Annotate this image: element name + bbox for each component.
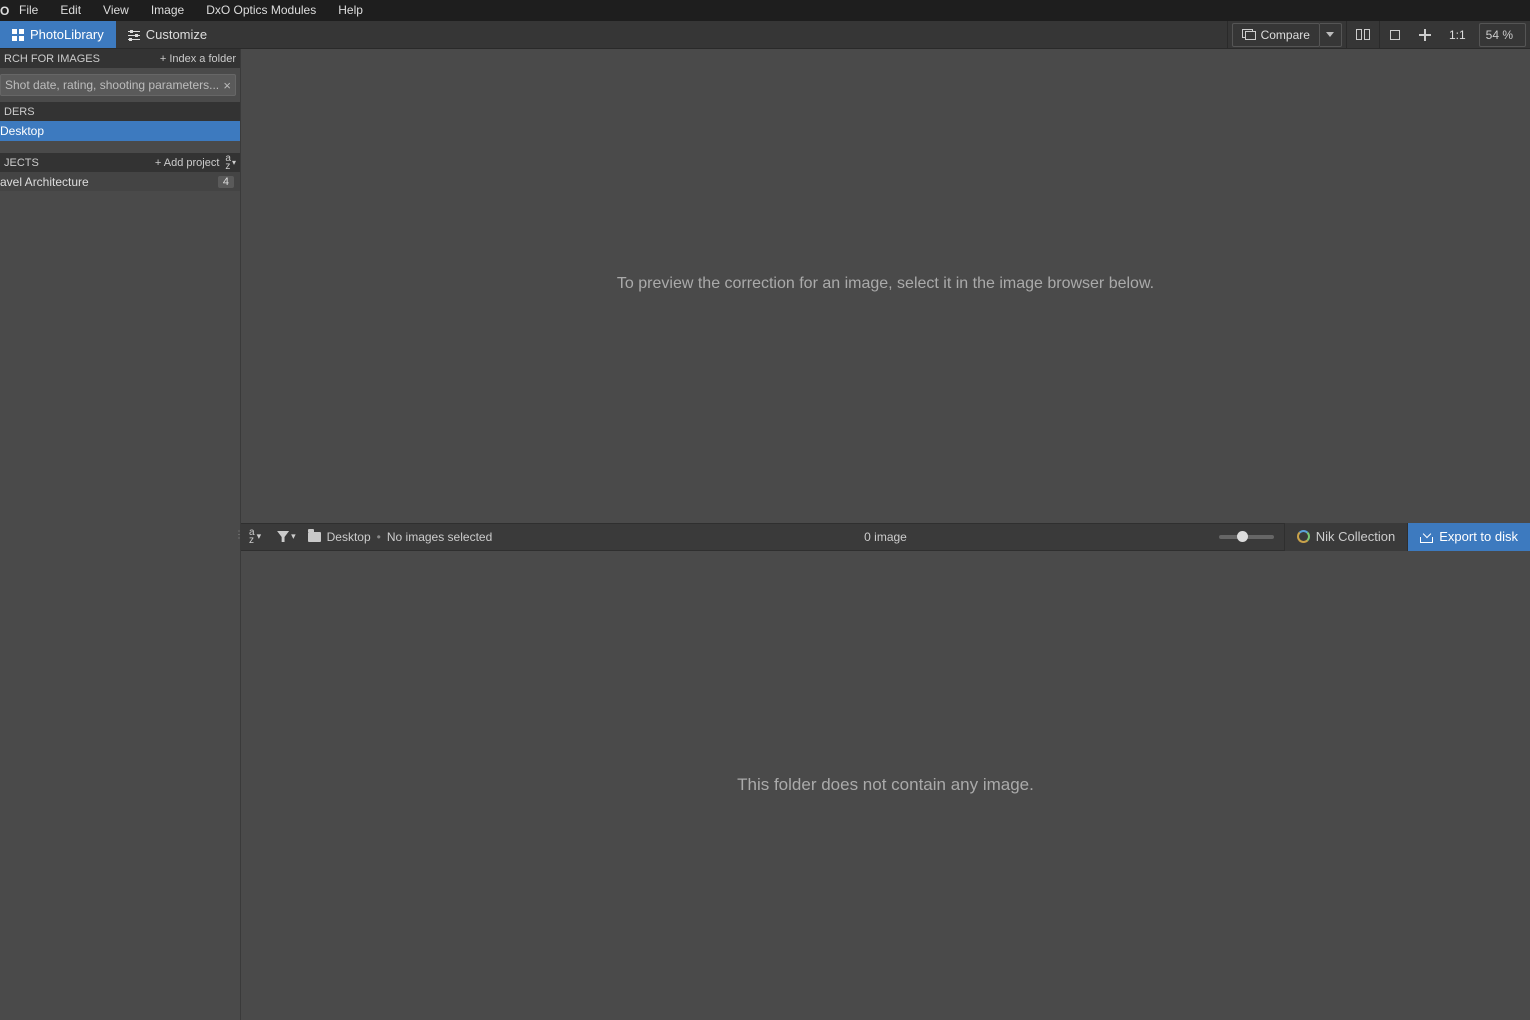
zoom-1to1-label: 1:1 (1449, 28, 1466, 42)
compare-label: Compare (1261, 28, 1310, 42)
compare-icon (1242, 29, 1256, 40)
mode-photolibrary-button[interactable]: PhotoLibrary (0, 21, 116, 48)
sidebar: RCH FOR IMAGES + Index a folder × DERS D… (0, 49, 241, 1020)
sidebyside-button[interactable] (1347, 21, 1379, 48)
grid-icon (12, 29, 24, 41)
search-box: × (0, 74, 236, 96)
search-input[interactable] (5, 78, 219, 92)
folders-header-label: DERS (4, 106, 35, 118)
sliders-icon (128, 30, 140, 40)
folder-item-desktop[interactable]: Desktop (0, 121, 240, 141)
browser-empty-text: This folder does not contain any image. (737, 775, 1034, 795)
browser-path: Desktop • No images selected (308, 530, 493, 544)
projects-sort-button[interactable]: az ▾ (225, 155, 236, 171)
nik-collection-button[interactable]: Nik Collection (1284, 523, 1407, 551)
projects-header-label: JECTS (4, 157, 39, 169)
zoom-group: 1:1 54 % (1379, 21, 1530, 48)
export-icon (1420, 531, 1433, 543)
browser-count: 0 image (864, 530, 907, 544)
export-label: Export to disk (1439, 529, 1518, 544)
menu-help[interactable]: Help (327, 0, 374, 21)
thumbnail-size-slider[interactable] (1219, 535, 1274, 539)
projects-header: JECTS + Add project az ▾ (0, 153, 240, 172)
menu-view[interactable]: View (92, 0, 140, 21)
move-icon (1419, 29, 1431, 41)
fit-button[interactable] (1380, 21, 1410, 48)
separator-dot: • (377, 530, 381, 544)
zoom-1to1-button[interactable]: 1:1 (1440, 21, 1475, 48)
fit-icon (1389, 29, 1401, 41)
modebar: PhotoLibrary Customize Compare 1:1 54 % (0, 21, 1530, 49)
project-item-count: 4 (218, 176, 234, 188)
browser-toolbar: az ▾ ▾ Desktop • No images selected 0 im… (241, 523, 1530, 551)
mode-customize-label: Customize (146, 27, 207, 42)
mode-photolibrary-label: PhotoLibrary (30, 27, 104, 42)
index-folder-button[interactable]: + Index a folder (160, 53, 236, 65)
browser-selection-text: No images selected (387, 530, 492, 544)
sidebyside-icon (1356, 29, 1370, 40)
project-item[interactable]: avel Architecture 4 (0, 172, 240, 191)
pan-button[interactable] (1410, 21, 1440, 48)
folder-icon (308, 532, 321, 542)
app-logo-letter: O (0, 4, 8, 18)
browser-filter-button[interactable]: ▾ (273, 531, 300, 542)
folders-header: DERS (0, 102, 240, 121)
export-to-disk-button[interactable]: Export to disk (1407, 523, 1530, 551)
preview-empty-text: To preview the correction for an image, … (617, 275, 1154, 293)
browser-sort-button[interactable]: az ▾ (245, 529, 265, 545)
funnel-icon (277, 531, 289, 542)
compare-button[interactable]: Compare (1232, 23, 1320, 47)
menu-file[interactable]: File (8, 0, 49, 21)
menu-optics[interactable]: DxO Optics Modules (195, 0, 327, 21)
sidebyside-group (1346, 21, 1379, 48)
compare-group: Compare (1227, 21, 1346, 48)
nik-collection-label: Nik Collection (1316, 529, 1395, 544)
browser-path-folder: Desktop (327, 530, 371, 544)
folder-item-label: Desktop (0, 124, 44, 138)
preview-pane: To preview the correction for an image, … (241, 49, 1530, 519)
zoom-value: 54 % (1486, 28, 1513, 42)
compare-dropdown[interactable] (1320, 23, 1342, 47)
add-project-button[interactable]: + Add project (155, 157, 220, 169)
search-header-label: RCH FOR IMAGES (4, 53, 100, 65)
chevron-down-icon (1326, 32, 1334, 37)
search-wrap: × (0, 68, 240, 102)
menu-image[interactable]: Image (140, 0, 195, 21)
clear-search-button[interactable]: × (223, 78, 231, 93)
nik-ring-icon (1297, 530, 1310, 543)
menu-edit[interactable]: Edit (49, 0, 92, 21)
mode-customize-button[interactable]: Customize (116, 21, 219, 48)
image-browser-pane: This folder does not contain any image. (241, 551, 1530, 1020)
zoom-select[interactable]: 54 % (1479, 23, 1526, 47)
search-header: RCH FOR IMAGES + Index a folder (0, 49, 240, 68)
menubar: O File Edit View Image DxO Optics Module… (0, 0, 1530, 21)
main: To preview the correction for an image, … (241, 49, 1530, 1020)
project-item-label: avel Architecture (0, 175, 89, 189)
